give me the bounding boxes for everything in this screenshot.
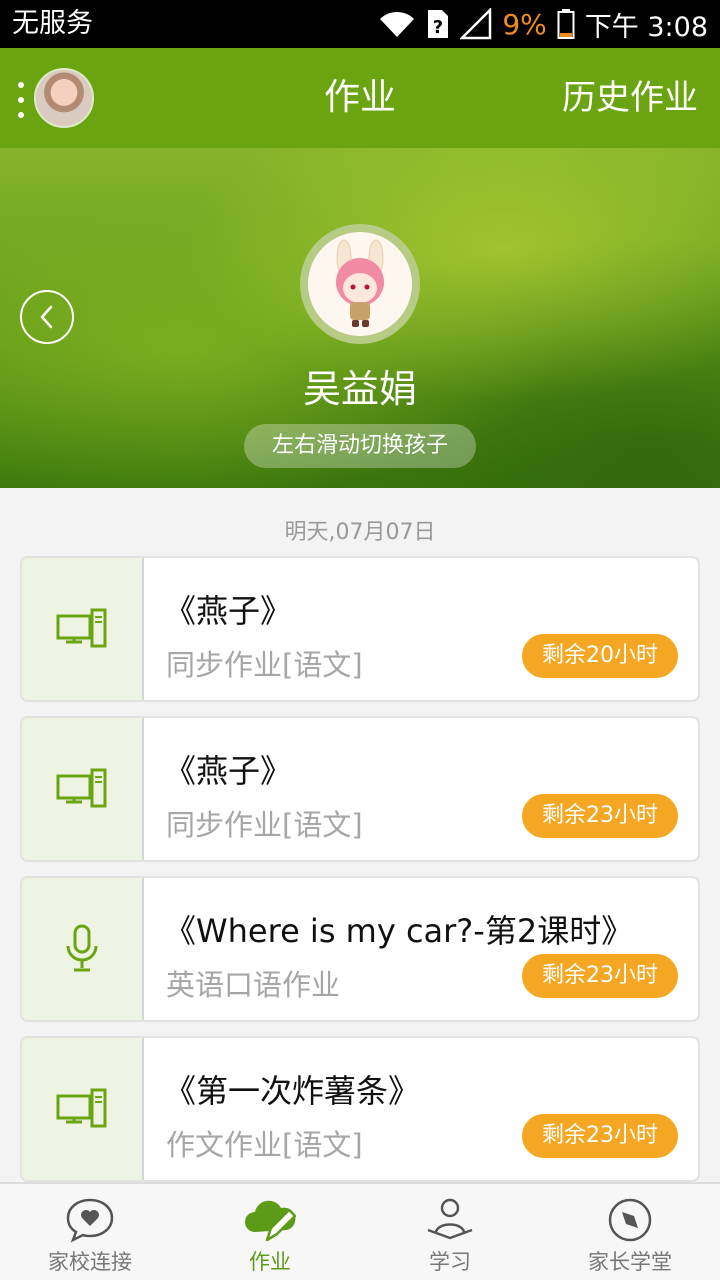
nav-label: 学习 xyxy=(429,1250,471,1274)
status-icons: ? 9% 下午 3:08 xyxy=(378,0,708,48)
cloud-pencil-icon xyxy=(245,1200,297,1242)
reading-person-icon xyxy=(427,1198,473,1240)
battery-percent: 9% xyxy=(502,7,547,41)
nav-item-homework[interactable]: 作业 xyxy=(180,1184,360,1280)
remaining-time-badge: 剩余23小时 xyxy=(522,1114,678,1158)
homework-card[interactable]: 《燕子》 同步作业[语文] 剩余23小时 xyxy=(20,716,700,862)
child-banner[interactable]: 吴益娟 左右滑动切换孩子 xyxy=(0,148,720,488)
nav-label: 家长学堂 xyxy=(588,1250,672,1274)
swipe-hint: 左右滑动切换孩子 xyxy=(244,424,476,468)
svg-text:?: ? xyxy=(433,17,443,38)
signal-icon xyxy=(460,8,492,40)
homework-type-icon-box xyxy=(22,558,144,700)
wifi-icon xyxy=(380,11,415,37)
sim-unknown-icon: ? xyxy=(428,10,449,38)
homework-card[interactable]: 《第一次炸薯条》 作文作业[语文] 剩余23小时 xyxy=(20,1036,700,1182)
homework-type: 同步作业[语文] xyxy=(166,648,363,682)
homework-card[interactable]: 《Where is my car?-第2课时》 英语口语作业 剩余23小时 xyxy=(20,876,700,1022)
homework-type: 英语口语作业 xyxy=(166,968,341,1002)
remaining-time-badge: 剩余20小时 xyxy=(522,634,678,678)
nav-item-parent-school[interactable]: 家长学堂 xyxy=(540,1184,720,1280)
nav-item-study[interactable]: 学习 xyxy=(360,1184,540,1280)
computer-icon xyxy=(56,1088,107,1128)
status-bar: 无服务 ? 9% 下午 3:08 xyxy=(0,0,720,48)
remaining-time-badge: 剩余23小时 xyxy=(522,794,678,838)
microphone-icon xyxy=(66,924,98,972)
previous-child-button[interactable] xyxy=(20,290,74,344)
child-avatar-image xyxy=(336,239,384,327)
remaining-time-badge: 剩余23小时 xyxy=(522,954,678,998)
computer-icon xyxy=(56,608,107,648)
nav-label: 作业 xyxy=(249,1250,291,1274)
computer-icon xyxy=(56,768,107,808)
homework-type-icon-box xyxy=(22,718,144,860)
nav-item-home-school[interactable]: 家校连接 xyxy=(0,1184,180,1280)
heart-chat-icon xyxy=(66,1198,114,1243)
homework-title: 《燕子》 xyxy=(164,752,293,790)
homework-title: 《第一次炸薯条》 xyxy=(164,1072,421,1110)
homework-type-icon-box xyxy=(22,878,144,1020)
app-header: 作业 历史作业 xyxy=(0,48,720,148)
nav-label: 家校连接 xyxy=(48,1250,132,1274)
chevron-left-icon xyxy=(40,305,53,329)
homework-title: 《燕子》 xyxy=(164,592,293,630)
history-homework-button[interactable]: 历史作业 xyxy=(562,48,698,148)
child-name: 吴益娟 xyxy=(302,367,417,411)
child-avatar[interactable] xyxy=(300,224,420,344)
due-date-label: 明天,07月07日 xyxy=(284,520,436,545)
bottom-nav: 家校连接 作业 学习 家长学堂 xyxy=(0,1182,720,1280)
homework-type-icon-box xyxy=(22,1038,144,1180)
homework-type: 同步作业[语文] xyxy=(166,808,363,842)
clock: 下午 3:08 xyxy=(584,11,708,43)
homework-title: 《Where is my car?-第2课时》 xyxy=(164,912,634,950)
battery-low-icon xyxy=(557,9,575,39)
carrier-label: 无服务 xyxy=(12,8,93,39)
compass-icon xyxy=(608,1198,652,1242)
homework-card[interactable]: 《燕子》 同步作业[语文] 剩余20小时 xyxy=(20,556,700,702)
homework-type: 作文作业[语文] xyxy=(166,1128,363,1162)
